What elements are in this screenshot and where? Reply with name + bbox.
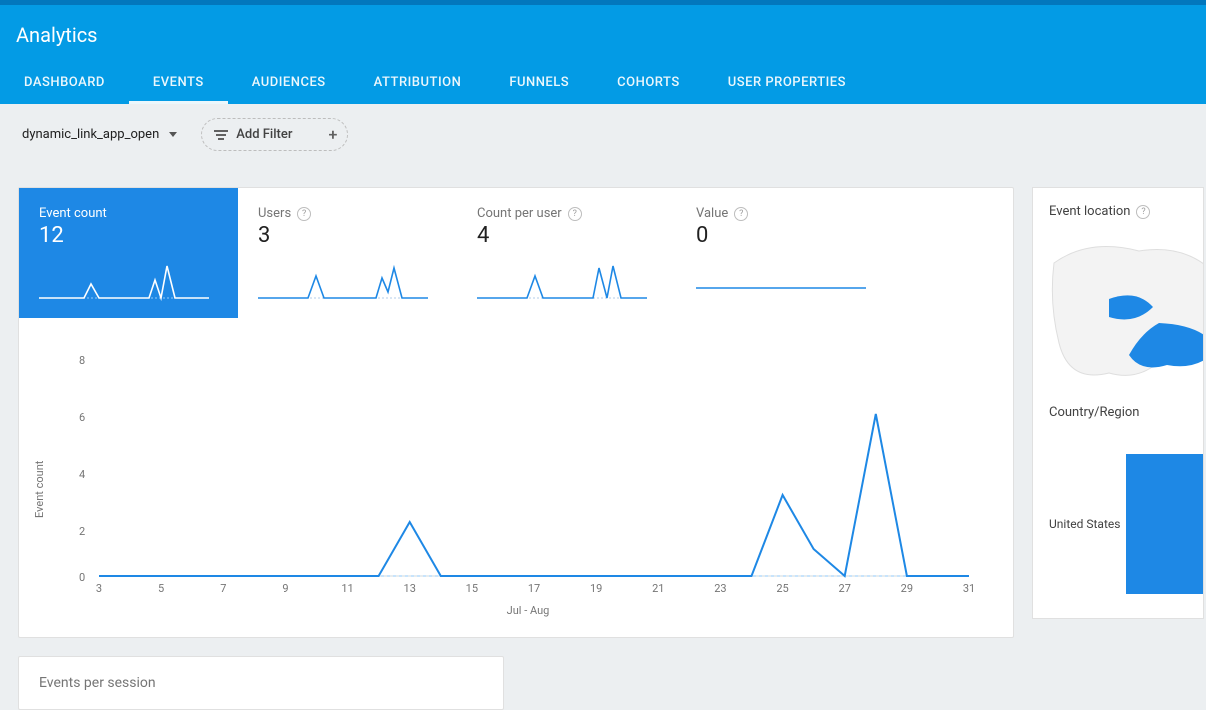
help-icon[interactable]: ? [734, 207, 748, 221]
svg-text:25: 25 [776, 582, 788, 595]
app-header: Analytics DASHBOARD EVENTS AUDIENCES ATT… [0, 5, 1206, 104]
svg-text:31: 31 [963, 582, 975, 595]
event-dropdown[interactable]: dynamic_link_app_open [16, 123, 183, 146]
svg-text:17: 17 [528, 582, 540, 595]
svg-text:15: 15 [466, 582, 478, 595]
plus-icon: + [328, 125, 337, 144]
metric-value: 12 [39, 223, 220, 248]
chart-y-title: Event count [33, 461, 46, 518]
event-dropdown-label: dynamic_link_app_open [22, 127, 159, 142]
map[interactable] [1049, 233, 1203, 393]
line-chart: 8 6 4 2 0 3 5 7 9 11 13 15 17 19 21 23 25 27 29 31 [69, 336, 989, 596]
metric-value: 4 [477, 223, 658, 248]
sparkline-value [696, 258, 866, 304]
country-name: United States [1049, 517, 1120, 531]
svg-text:21: 21 [652, 582, 664, 595]
metric-users[interactable]: Users ? 3 [238, 188, 457, 318]
svg-text:0: 0 [79, 571, 85, 584]
country-row: United States [1049, 454, 1203, 594]
events-per-session-card: Events per session [18, 656, 504, 710]
tab-funnels[interactable]: FUNNELS [485, 61, 593, 104]
events-per-session-title: Events per session [39, 675, 483, 691]
country-bar [1126, 454, 1203, 594]
help-icon[interactable]: ? [568, 207, 582, 221]
tab-cohorts[interactable]: COHORTS [593, 61, 704, 104]
svg-text:9: 9 [282, 582, 288, 595]
filter-icon [214, 130, 228, 140]
metric-value: 3 [258, 223, 439, 248]
help-icon[interactable]: ? [297, 207, 311, 221]
metric-label: Event count [39, 206, 107, 221]
sparkline-users [258, 258, 428, 304]
svg-text:11: 11 [341, 582, 353, 595]
main-chart: Event count 8 6 4 2 0 3 5 7 9 11 13 15 17 19 21 23… [19, 318, 1013, 637]
svg-text:6: 6 [79, 411, 85, 424]
svg-text:27: 27 [839, 582, 851, 595]
metric-value-number: 0 [696, 223, 877, 248]
svg-text:7: 7 [220, 582, 226, 595]
event-location-title: Event location [1049, 204, 1130, 219]
tab-dashboard[interactable]: DASHBOARD [0, 61, 129, 104]
add-filter-label: Add Filter [236, 127, 292, 142]
svg-text:3: 3 [96, 582, 102, 595]
chart-x-title: Jul - Aug [69, 604, 987, 617]
add-filter-button[interactable]: Add Filter + [201, 118, 348, 151]
sparkline-count-per-user [477, 258, 647, 304]
metrics-row: Event count 12 Users ? 3 [19, 188, 1013, 318]
metric-label: Value [696, 206, 728, 221]
event-location-card: Event location ? Country/Region United S… [1032, 187, 1204, 619]
svg-text:19: 19 [590, 582, 602, 595]
metrics-card: Event count 12 Users ? 3 [18, 187, 1014, 638]
tab-events[interactable]: EVENTS [129, 61, 228, 104]
svg-text:2: 2 [79, 525, 85, 538]
sparkline-event-count [39, 258, 209, 304]
caret-down-icon [169, 132, 177, 137]
filter-bar: dynamic_link_app_open Add Filter + [0, 104, 1206, 165]
tab-audiences[interactable]: AUDIENCES [228, 61, 350, 104]
svg-text:23: 23 [714, 582, 726, 595]
nav-tabs: DASHBOARD EVENTS AUDIENCES ATTRIBUTION F… [0, 61, 1206, 104]
help-icon[interactable]: ? [1136, 205, 1150, 219]
page-title: Analytics [0, 23, 1206, 61]
svg-text:4: 4 [79, 468, 85, 481]
svg-text:5: 5 [158, 582, 164, 595]
svg-text:29: 29 [901, 582, 913, 595]
metric-count-per-user[interactable]: Count per user ? 4 [457, 188, 676, 318]
metric-label: Users [258, 206, 291, 221]
svg-text:13: 13 [404, 582, 416, 595]
country-region-label: Country/Region [1049, 405, 1203, 420]
tab-attribution[interactable]: ATTRIBUTION [350, 61, 486, 104]
metric-value[interactable]: Value ? 0 [676, 188, 895, 318]
metric-event-count[interactable]: Event count 12 [19, 188, 238, 318]
svg-text:8: 8 [79, 354, 85, 367]
tab-user-properties[interactable]: USER PROPERTIES [704, 61, 870, 104]
metric-label: Count per user [477, 206, 562, 221]
